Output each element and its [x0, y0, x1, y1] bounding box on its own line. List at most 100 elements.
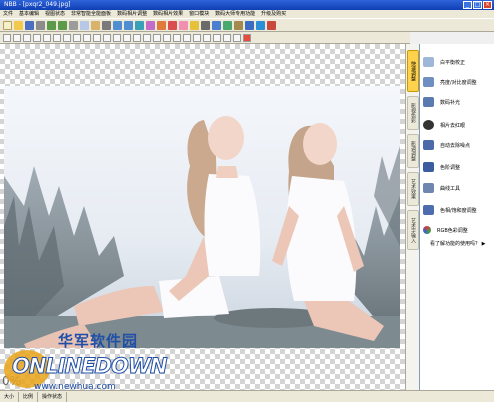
- smudge-icon[interactable]: [163, 33, 171, 42]
- rgb-icon: [423, 226, 431, 234]
- window-title: NBB - [pxqr2_049.jpg]: [4, 1, 71, 8]
- line-icon[interactable]: [93, 33, 101, 42]
- rect-select-icon[interactable]: [23, 33, 31, 42]
- tab-film-color[interactable]: 影视色彩: [407, 96, 419, 130]
- panel-item-levels[interactable]: 色阶调整: [423, 159, 493, 175]
- status-operation: 操作状态: [38, 391, 68, 402]
- menu-basic-edit[interactable]: 基本编辑: [19, 10, 39, 18]
- maximize-button[interactable]: □: [473, 1, 482, 9]
- white-balance-icon: [423, 57, 434, 67]
- cut-icon[interactable]: [69, 20, 78, 30]
- hue-icon: [423, 205, 434, 215]
- move-icon[interactable]: [13, 33, 21, 42]
- heart-icon[interactable]: [223, 33, 231, 42]
- layers-icon[interactable]: [212, 20, 221, 30]
- filter-icon[interactable]: [223, 20, 232, 30]
- panel-item-label: 数码补光: [440, 99, 461, 106]
- panel-item-hue-saturation[interactable]: 色相/饱和度调整: [423, 202, 493, 218]
- blur-icon[interactable]: [143, 33, 151, 42]
- tab-art-text[interactable]: 艺术字输入: [407, 210, 419, 250]
- ellipse-select-icon[interactable]: [33, 33, 41, 42]
- tab-quick-adjust[interactable]: 快速调整: [407, 50, 419, 92]
- panel-item-label: RGB色彩调整: [437, 227, 468, 234]
- tool-toolbar: [0, 32, 410, 44]
- undo-icon[interactable]: [47, 20, 56, 30]
- zoom-in-icon[interactable]: [63, 33, 71, 42]
- tab-tone-adjust[interactable]: 影调调整: [407, 134, 419, 168]
- copy-icon[interactable]: [80, 20, 89, 30]
- arrow-shape-icon[interactable]: [233, 33, 241, 42]
- color-picker-icon[interactable]: [243, 33, 251, 42]
- menu-view[interactable]: 视图状态: [45, 10, 65, 18]
- watermark-logo-text: ONLINEDOWN: [12, 354, 169, 379]
- new-file-icon[interactable]: [3, 20, 12, 30]
- brush-icon[interactable]: [168, 20, 177, 30]
- window-controls: _ □ ×: [463, 1, 492, 9]
- select-arrow-icon[interactable]: [3, 33, 11, 42]
- panel-item-denoise[interactable]: 自动去除噪点: [423, 137, 493, 153]
- menu-smart-panel[interactable]: 非常智能全能面板: [71, 10, 111, 18]
- paste-icon[interactable]: [91, 20, 100, 30]
- panel-item-label: 白平衡校正: [440, 59, 466, 66]
- help-link[interactable]: 看了解功能的使用吗？ ▶: [430, 240, 485, 247]
- panel-item-white-balance[interactable]: 白平衡校正: [423, 54, 493, 70]
- watermark: 华军软件园 ONLINEDOWN www.newhua.com: [0, 328, 168, 390]
- star-icon[interactable]: [213, 33, 221, 42]
- redo-icon[interactable]: [58, 20, 67, 30]
- quick-adjust-panel: 白平衡校正 亮度/对比度调整 数码补光 相片去红眼 自动去除噪点 色阶调整 曲线…: [419, 44, 494, 390]
- lasso-icon[interactable]: [43, 33, 51, 42]
- fill-icon[interactable]: [190, 20, 199, 30]
- shape-icon[interactable]: [203, 33, 211, 42]
- exit-icon[interactable]: [267, 20, 276, 30]
- rotate-right-icon[interactable]: [124, 20, 133, 30]
- text-icon[interactable]: [157, 20, 166, 30]
- menu-file[interactable]: 文件: [3, 10, 13, 18]
- panel-item-rgb[interactable]: RGB色彩调整: [423, 222, 493, 238]
- magic-wand-icon[interactable]: [53, 33, 61, 42]
- clone-icon[interactable]: [133, 33, 141, 42]
- dodge-icon[interactable]: [173, 33, 181, 42]
- flip-icon[interactable]: [135, 20, 144, 30]
- menu-master-functions[interactable]: 数码大师专用功能: [215, 10, 255, 18]
- red-eye-icon: [423, 120, 434, 130]
- hand-icon[interactable]: [83, 33, 91, 42]
- resize-icon[interactable]: [146, 20, 155, 30]
- print-icon[interactable]: [36, 20, 45, 30]
- rectangle-icon[interactable]: [103, 33, 111, 42]
- frame-icon[interactable]: [234, 20, 243, 30]
- image-canvas[interactable]: 0% 华军软件园 ONLINEDOWN www.newhua.com: [0, 44, 405, 390]
- panel-item-red-eye[interactable]: 相片去红眼: [423, 117, 493, 133]
- close-button[interactable]: ×: [483, 1, 492, 9]
- eyedropper-icon[interactable]: [201, 20, 210, 30]
- help-link-label: 看了解功能的使用吗？: [430, 241, 481, 247]
- ellipse-icon[interactable]: [113, 33, 121, 42]
- denoise-icon: [423, 140, 434, 150]
- crop-icon[interactable]: [102, 20, 111, 30]
- sharpen-icon[interactable]: [153, 33, 161, 42]
- panel-item-brightness[interactable]: 亮度/对比度调整: [423, 74, 493, 90]
- burn-icon[interactable]: [183, 33, 191, 42]
- info-icon[interactable]: [256, 20, 265, 30]
- status-size: 大小: [0, 391, 20, 402]
- title-bar: NBB - [pxqr2_049.jpg] _ □ ×: [0, 0, 494, 10]
- panel-item-label: 相片去红眼: [440, 122, 466, 129]
- gradient-icon[interactable]: [193, 33, 201, 42]
- open-folder-icon[interactable]: [14, 20, 23, 30]
- menu-window[interactable]: 窗口模块: [189, 10, 209, 18]
- eraser-icon[interactable]: [179, 20, 188, 30]
- panel-item-curves[interactable]: 曲线工具: [423, 180, 493, 196]
- help-icon[interactable]: [245, 20, 254, 30]
- rotate-left-icon[interactable]: [113, 20, 122, 30]
- panel-item-label: 曲线工具: [440, 185, 461, 192]
- menu-upgrade[interactable]: 升级及购买: [261, 10, 286, 18]
- menu-photo-adjust[interactable]: 数码相片调整: [117, 10, 147, 18]
- main-toolbar: [0, 18, 494, 32]
- status-ratio: 比例: [19, 391, 39, 402]
- panel-item-fill-light[interactable]: 数码补光: [423, 94, 493, 110]
- pencil-icon[interactable]: [123, 33, 131, 42]
- menu-photo-effects[interactable]: 数码相片效果: [153, 10, 183, 18]
- zoom-out-icon[interactable]: [73, 33, 81, 42]
- minimize-button[interactable]: _: [463, 1, 472, 9]
- tab-art-effects[interactable]: 艺术效果: [407, 172, 419, 206]
- save-icon[interactable]: [25, 20, 34, 30]
